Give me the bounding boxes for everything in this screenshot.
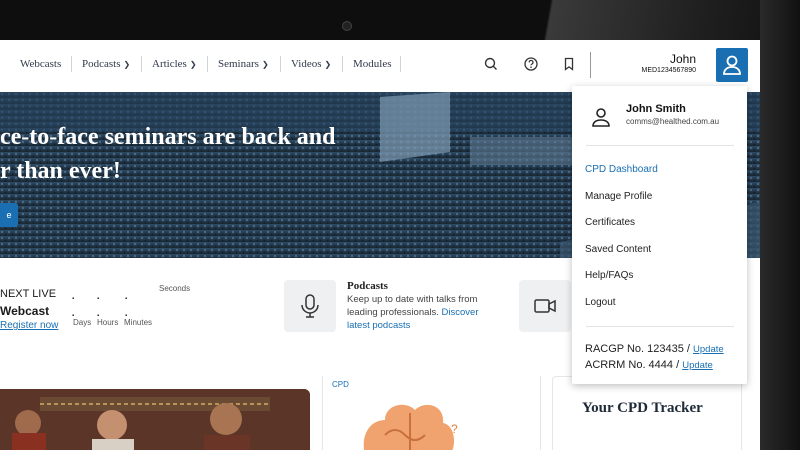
menu-item-certificates[interactable]: Certificates	[585, 217, 635, 228]
videos-tile[interactable]	[519, 280, 571, 332]
acrrm-text: ACRRM No. 4444 /	[585, 359, 683, 371]
racgp-update-link[interactable]: Update	[693, 344, 724, 355]
menu-item-saved-content[interactable]: Saved Content	[585, 244, 651, 255]
microphone-icon	[301, 294, 319, 318]
nav-modules[interactable]: Modules	[353, 58, 392, 70]
nav-videos-label: Videos	[291, 58, 322, 70]
nav-webcasts[interactable]: Webcasts	[20, 58, 61, 70]
podcasts-description: Keep up to date with talks from leading …	[347, 293, 497, 332]
featured-image	[0, 389, 310, 450]
user-name[interactable]: John	[640, 52, 696, 66]
hero-cta-button[interactable]: e	[0, 203, 18, 227]
camera-icon	[342, 21, 352, 31]
hero-title: ce-to-face seminars are back and r than …	[0, 120, 335, 188]
register-link[interactable]: Register now	[0, 320, 58, 331]
nav-articles[interactable]: Articles ❯	[152, 58, 197, 70]
bookmark-icon[interactable]	[561, 56, 577, 72]
svg-text:?: ?	[451, 422, 458, 436]
profile-menu-button[interactable]	[716, 48, 748, 82]
device-bezel-right	[760, 0, 800, 450]
menu-divider	[586, 145, 734, 146]
chevron-down-icon: ❯	[123, 60, 131, 69]
user-icon	[592, 108, 610, 127]
screen: Webcasts Podcasts ❯ Articles ❯ Seminars ❯ V…	[0, 40, 760, 450]
cpd-tag: CPD	[332, 380, 349, 389]
menu-item-help-faqs[interactable]: Help/FAQs	[585, 270, 633, 281]
nav-seminars-label: Seminars	[218, 58, 259, 70]
racgp-text: RACGP No. 123435 /	[585, 343, 694, 355]
featured-image-card[interactable]	[0, 389, 310, 450]
help-icon[interactable]	[523, 56, 539, 72]
hero-title-line-1: ce-to-face seminars are back and	[0, 124, 336, 150]
brain-illustration: ?	[363, 404, 458, 450]
card-divider	[540, 376, 541, 450]
menu-item-cpd-dashboard[interactable]: CPD Dashboard	[585, 164, 658, 175]
video-camera-icon	[534, 299, 556, 313]
countdown-hours-label: Hours	[97, 318, 119, 327]
card-divider	[322, 376, 323, 450]
user-icon	[723, 55, 741, 75]
chevron-down-icon: ❯	[261, 60, 269, 69]
nav-divider	[141, 56, 142, 72]
nav-divider	[342, 56, 343, 72]
countdown-seconds-label: Seconds	[159, 284, 191, 293]
podcasts-title: Podcasts	[347, 280, 388, 292]
nav-videos[interactable]: Videos ❯	[291, 58, 331, 70]
countdown-minutes-label: Minutes	[124, 318, 153, 327]
nav-podcasts[interactable]: Podcasts ❯	[82, 58, 130, 70]
user-id: MED1234567890	[641, 67, 697, 74]
nav-divider	[207, 56, 208, 72]
hero-title-line-2: r than ever!	[0, 158, 121, 184]
menu-divider	[586, 326, 734, 327]
podcasts-tile[interactable]	[284, 280, 336, 332]
search-icon[interactable]	[483, 56, 499, 72]
nav-seminars[interactable]: Seminars ❯	[218, 58, 269, 70]
chevron-down-icon: ❯	[189, 60, 197, 69]
next-live-label: NEXT LIVE	[0, 288, 57, 300]
nav-divider	[71, 56, 72, 72]
nav-podcasts-label: Podcasts	[82, 58, 121, 70]
nav-divider	[590, 52, 591, 78]
menu-item-manage-profile[interactable]: Manage Profile	[585, 191, 652, 202]
menu-item-logout[interactable]: Logout	[585, 297, 616, 308]
profile-dropdown-menu: John Smith comms@healthed.com.au CPD Das…	[572, 86, 747, 384]
cpd-tracker-title: Your CPD Tracker	[582, 400, 703, 416]
event-type-label: Webcast	[0, 304, 50, 318]
nav-divider	[280, 56, 281, 72]
racgp-number: RACGP No. 123435 / Update	[585, 343, 724, 355]
chevron-down-icon: ❯	[324, 60, 332, 69]
profile-email: comms@healthed.com.au	[626, 117, 720, 126]
acrrm-update-link[interactable]: Update	[682, 360, 713, 371]
acrrm-number: ACRRM No. 4444 / Update	[585, 359, 713, 371]
profile-name: John Smith	[626, 103, 686, 115]
nav-divider	[400, 56, 401, 72]
nav-articles-label: Articles	[152, 58, 187, 70]
countdown-days-label: Days	[73, 318, 92, 327]
